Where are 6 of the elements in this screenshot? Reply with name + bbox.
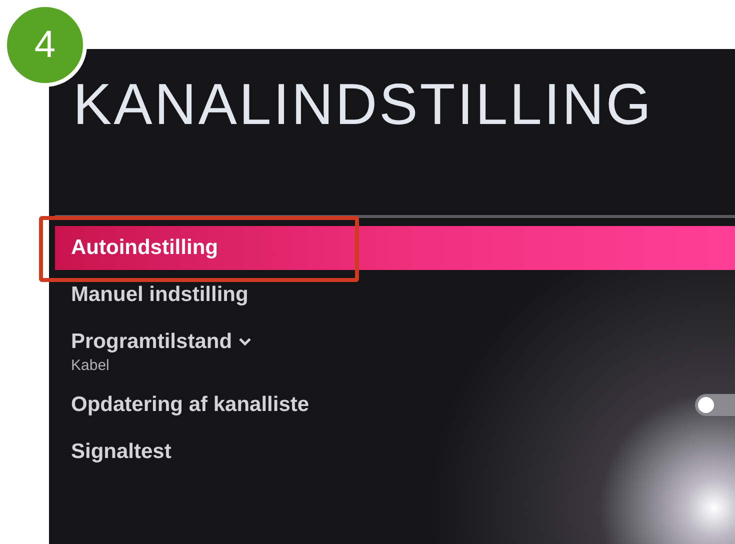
menu-item[interactable]: Manuel indstilling bbox=[55, 273, 735, 317]
menu-item[interactable]: Autoindstilling bbox=[55, 226, 735, 270]
menu-item[interactable]: Opdatering af kanalliste bbox=[55, 383, 735, 427]
setting-value: Kabel bbox=[70, 356, 110, 376]
chevron-down-icon bbox=[238, 337, 252, 347]
menu-item[interactable]: Signaltest bbox=[55, 430, 735, 474]
